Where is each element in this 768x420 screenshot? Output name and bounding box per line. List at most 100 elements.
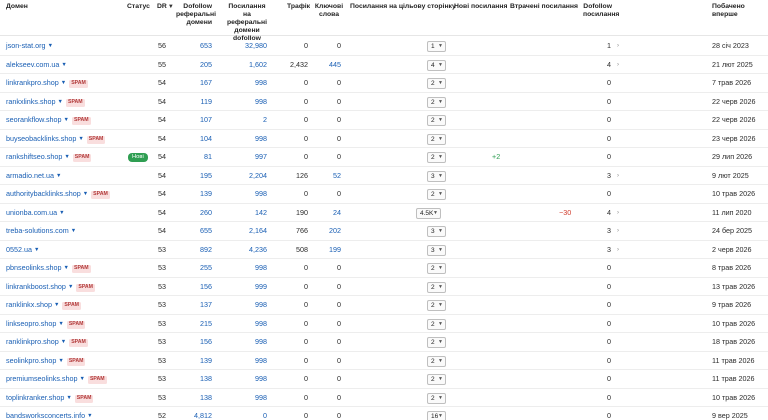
target-links-select[interactable]: 2 ▼ [427,300,446,311]
column-header-dr[interactable]: DR▼ [157,3,174,11]
chevron-down-icon[interactable]: ▼ [34,247,39,253]
target-links-select[interactable]: 2 ▼ [427,392,446,404]
table-row[interactable]: toplinkranker.shop ▼ SPAM 53 138 998 0 0 2 ▼ 0 10 т… [0,389,768,407]
column-header-dofollow-ref[interactable]: Dofollow реферальні домени [176,3,216,27]
target-links-select[interactable]: 16 ▼ [427,411,446,420]
chevron-down-icon[interactable]: ▼ [71,228,76,234]
domain-name[interactable]: pbnseolinks.shop [6,263,62,272]
column-header-status[interactable]: Статус [127,3,150,11]
target-links-select[interactable]: 2 ▼ [427,115,446,126]
domain-link[interactable]: authoritybacklinks.shop ▼ SPAM [6,185,110,203]
dofollow-ref-domains-link[interactable]: 655 [180,222,212,240]
dofollow-ref-domains-link[interactable]: 892 [180,241,212,259]
target-links-select[interactable]: 2 ▼ [427,133,446,145]
chevron-right-icon[interactable]: › [617,56,619,74]
table-row[interactable]: rankxlinks.shop ▼ SPAM 54 119 998 0 0 2 ▼ 0 22 черв… [0,93,768,111]
domain-link[interactable]: buyseobacklinks.shop ▼ SPAM [6,130,106,148]
chevron-down-icon[interactable]: ▼ [58,358,63,364]
domain-link[interactable]: ranklinkx.shop ▼ SPAM [6,296,82,314]
chevron-down-icon[interactable]: ▼ [64,154,69,160]
chevron-down-icon[interactable]: ▼ [48,43,53,49]
dofollow-ref-domains-link[interactable]: 167 [180,74,212,92]
ref-domain-links-link[interactable]: 32,980 [230,37,267,55]
domain-link[interactable]: toplinkranker.shop ▼ SPAM [6,389,94,407]
ref-domain-links-link[interactable]: 997 [230,148,267,166]
target-links-select[interactable]: 2 ▼ [427,263,446,274]
chevron-down-icon[interactable]: ▼ [66,395,71,401]
domain-link[interactable]: rankshiftseo.shop ▼ SPAM [6,148,92,166]
table-row[interactable]: rankshiftseo.shop ▼ SPAM Нові 54 81 997 0 0 2 ▼ +2 0… [0,148,768,167]
domain-link[interactable]: seolinkpro.shop ▼ SPAM [6,352,86,370]
dofollow-ref-domains-link[interactable]: 4,812 [180,407,212,420]
ref-domain-links-link[interactable]: 998 [230,333,267,351]
chevron-down-icon[interactable]: ▼ [87,413,92,419]
domain-link[interactable]: alekseev.com.ua ▼ [6,56,67,74]
domain-link[interactable]: linkrankboost.shop ▼ SPAM [6,278,95,296]
target-links-select[interactable]: 2 ▼ [427,374,446,385]
target-links-select[interactable]: 4 ▼ [427,59,446,71]
target-links-select[interactable]: 2 ▼ [427,152,446,163]
chevron-down-icon[interactable]: ▼ [80,376,85,382]
table-row[interactable]: json-stat.org ▼ 56 653 32,980 0 0 1 ▼ 1 › 28 січ 20… [0,37,768,56]
domain-name[interactable]: unionba.com.ua [6,208,57,217]
domain-name[interactable]: rankshiftseo.shop [6,152,62,161]
ref-domain-links-link[interactable]: 0 [230,407,267,420]
domain-link[interactable]: json-stat.org ▼ [6,37,53,55]
chevron-down-icon[interactable]: ▼ [61,62,66,68]
domain-name[interactable]: json-stat.org [6,41,46,50]
table-row[interactable]: authoritybacklinks.shop ▼ SPAM 54 139 998 0 0 2 ▼… [0,185,768,204]
domain-name[interactable]: premiumseolinks.shop [6,374,78,383]
domain-link[interactable]: linkseopro.shop ▼ SPAM [6,315,86,333]
table-row[interactable]: seolinkpro.shop ▼ SPAM 53 139 998 0 0 2 ▼ 0 11 трав… [0,352,768,370]
chevron-down-icon[interactable]: ▼ [64,117,69,123]
table-row[interactable]: pbnseolinks.shop ▼ SPAM 53 255 998 0 0 2 ▼ 0 8 трав… [0,259,768,278]
ref-domain-links-link[interactable]: 999 [230,278,267,296]
ref-domain-links-link[interactable]: 998 [230,130,267,148]
domain-link[interactable]: premiumseolinks.shop ▼ SPAM [6,370,107,388]
domain-link[interactable]: 0552.ua ▼ [6,241,39,259]
target-links-select[interactable]: 2 ▼ [427,78,446,89]
dofollow-ref-domains-link[interactable]: 81 [180,148,212,166]
keywords-value[interactable]: 202 [315,222,341,240]
dofollow-ref-domains-link[interactable]: 156 [180,333,212,351]
domain-name[interactable]: armadio.net.ua [6,171,54,180]
table-row[interactable]: seorankflow.shop ▼ SPAM 54 107 2 0 0 2 ▼ 0 22 черв … [0,111,768,130]
keywords-value[interactable]: 24 [315,204,341,222]
ref-domain-links-link[interactable]: 998 [230,352,267,370]
domain-name[interactable]: seorankflow.shop [6,115,62,124]
target-links-select[interactable]: 4.5K ▼ [416,207,441,219]
ref-domain-links-link[interactable]: 2 [230,111,267,129]
target-links-select[interactable]: 3 ▼ [427,244,446,256]
chevron-down-icon[interactable]: ▼ [61,339,66,345]
ref-domain-links-link[interactable]: 998 [230,389,267,407]
chevron-down-icon[interactable]: ▼ [78,136,83,142]
chevron-down-icon[interactable]: ▼ [59,210,64,216]
target-links-select[interactable]: 2 ▼ [427,355,446,367]
table-row[interactable]: treba-solutions.com ▼ 54 655 2,164 766 202 3 ▼ 3 ›… [0,222,768,241]
ref-domain-links-link[interactable]: 998 [230,370,267,388]
target-links-select[interactable]: 1 ▼ [427,41,446,52]
ref-domain-links-link[interactable]: 1,602 [230,56,267,74]
chevron-down-icon[interactable]: ▼ [68,284,73,290]
domain-name[interactable]: seolinkpro.shop [6,356,56,365]
ref-domain-links-link[interactable]: 142 [230,204,267,222]
dofollow-ref-domains-link[interactable]: 156 [180,278,212,296]
target-links-select[interactable]: 2 ▼ [427,281,446,293]
chevron-right-icon[interactable]: › [617,204,619,222]
ref-domain-links-link[interactable]: 4,236 [230,241,267,259]
domain-link[interactable]: seorankflow.shop ▼ SPAM [6,111,91,129]
table-row[interactable]: bandsworksconcerts.info ▼ 52 4,812 0 0 0 16 ▼ 0 9 … [0,407,768,420]
table-row[interactable]: ranklinkx.shop ▼ SPAM 53 137 998 0 0 2 ▼ 0 9 трав 2… [0,296,768,315]
dofollow-ref-domains-link[interactable]: 195 [180,167,212,185]
table-row[interactable]: linkseopro.shop ▼ SPAM 53 215 998 0 0 2 ▼ 0 10 трав… [0,315,768,333]
keywords-value[interactable]: 199 [315,241,341,259]
table-row[interactable]: linkrankpro.shop ▼ SPAM 54 167 998 0 0 2 ▼ 0 7 трав… [0,74,768,93]
chevron-right-icon[interactable]: › [617,37,619,55]
ref-domain-links-link[interactable]: 998 [230,93,267,111]
table-row[interactable]: alekseev.com.ua ▼ 55 205 1,602 2,432 445 4 ▼ 4 › 21… [0,56,768,74]
domain-name[interactable]: linkseopro.shop [6,319,56,328]
domain-link[interactable]: rankxlinks.shop ▼ SPAM [6,93,85,111]
ref-domain-links-link[interactable]: 998 [230,259,267,277]
table-row[interactable]: buyseobacklinks.shop ▼ SPAM 54 104 998 0 0 2 ▼ 0 23… [0,130,768,148]
column-header-dofollow-links[interactable]: Dofollow посилання [583,3,619,19]
